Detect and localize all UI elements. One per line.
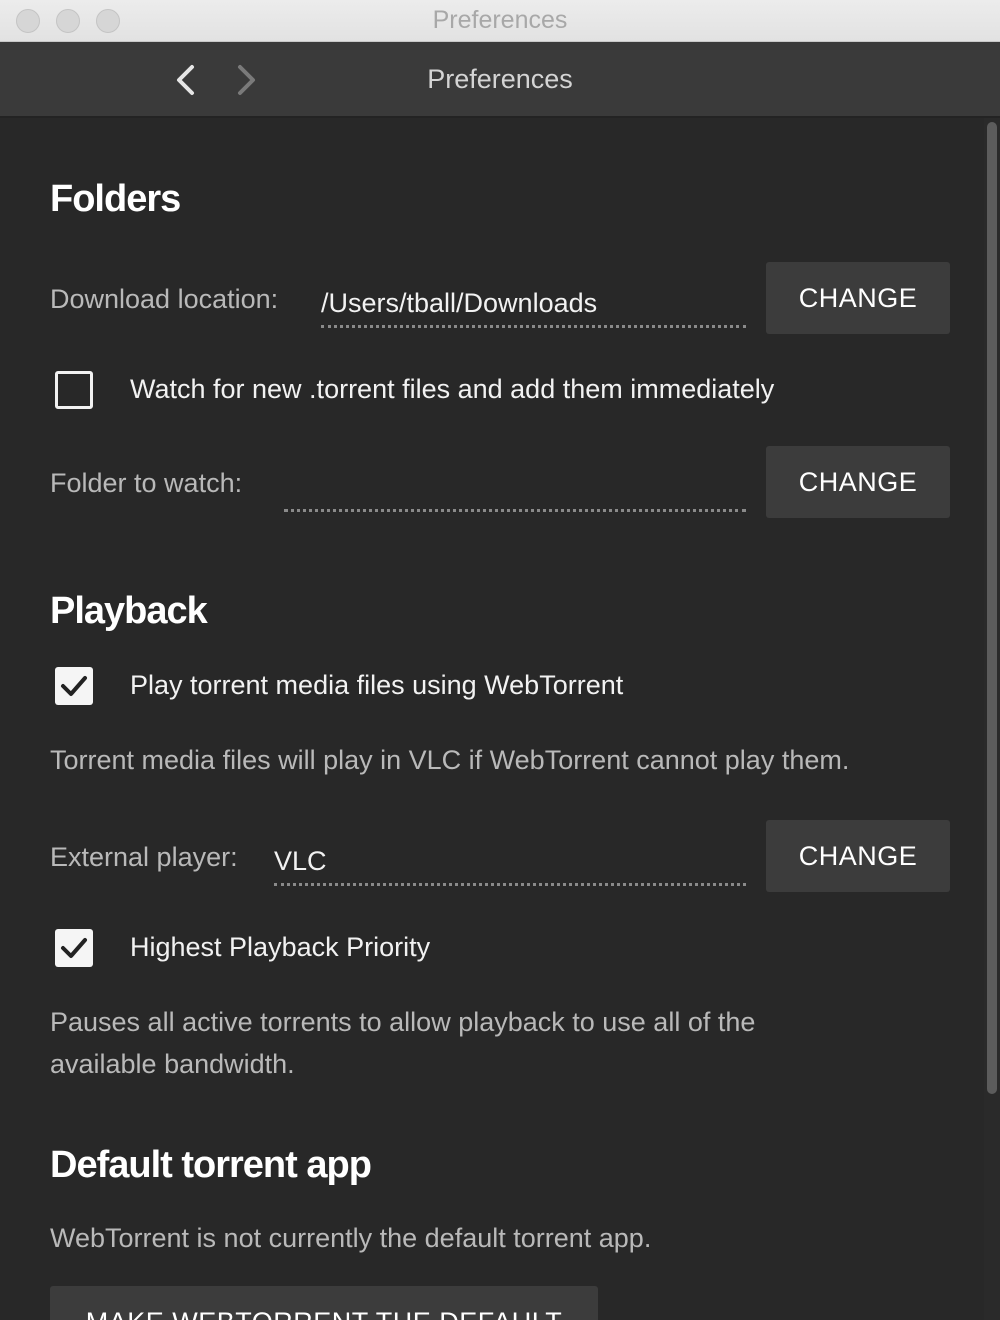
default-app-section-title: Default torrent app <box>50 1144 372 1186</box>
external-player-label: External player: <box>50 842 238 872</box>
play-in-webtorrent-label[interactable]: Play torrent media files using WebTorren… <box>130 670 623 701</box>
page-title: Preferences <box>427 64 573 94</box>
scrollbar-thumb[interactable] <box>987 122 997 1094</box>
highest-priority-checkbox[interactable] <box>55 929 93 967</box>
folder-to-watch-field[interactable] <box>284 462 746 512</box>
play-in-webtorrent-description: Torrent media files will play in VLC if … <box>50 745 850 775</box>
preferences-content: Folders Download location: /Users/tball/… <box>0 118 1000 1320</box>
external-player-change-button[interactable]: CHANGE <box>766 820 950 892</box>
window-title: Preferences <box>432 6 568 34</box>
checkmark-icon <box>61 676 87 696</box>
window-titlebar: Preferences <box>0 0 1000 42</box>
highest-priority-description-line1: Pauses all active torrents to allow play… <box>50 1007 756 1037</box>
highest-priority-description-line2: available bandwidth. <box>50 1049 295 1079</box>
play-in-webtorrent-checkbox[interactable] <box>55 667 93 705</box>
watch-folder-checkbox-label[interactable]: Watch for new .torrent files and add the… <box>130 374 774 405</box>
download-location-change-button[interactable]: CHANGE <box>766 262 950 334</box>
external-player-field[interactable]: VLC <box>274 836 746 886</box>
playback-section-title: Playback <box>50 590 208 632</box>
download-location-label: Download location: <box>50 284 279 314</box>
highest-priority-label[interactable]: Highest Playback Priority <box>130 932 430 963</box>
folder-to-watch-label: Folder to watch: <box>50 468 243 498</box>
make-default-button[interactable]: MAKE WEBTORRENT THE DEFAULT <box>50 1286 598 1320</box>
highest-priority-description: Pauses all active torrents to allow play… <box>50 1001 755 1085</box>
app-header: Preferences <box>0 42 1000 118</box>
folders-section-title: Folders <box>50 178 181 220</box>
default-app-description: WebTorrent is not currently the default … <box>50 1223 652 1253</box>
scrollbar-track[interactable] <box>984 118 1000 1320</box>
watch-folder-checkbox[interactable] <box>55 371 93 409</box>
checkmark-icon <box>61 938 87 958</box>
folder-to-watch-change-button[interactable]: CHANGE <box>766 446 950 518</box>
download-location-field[interactable]: /Users/tball/Downloads <box>321 278 746 328</box>
